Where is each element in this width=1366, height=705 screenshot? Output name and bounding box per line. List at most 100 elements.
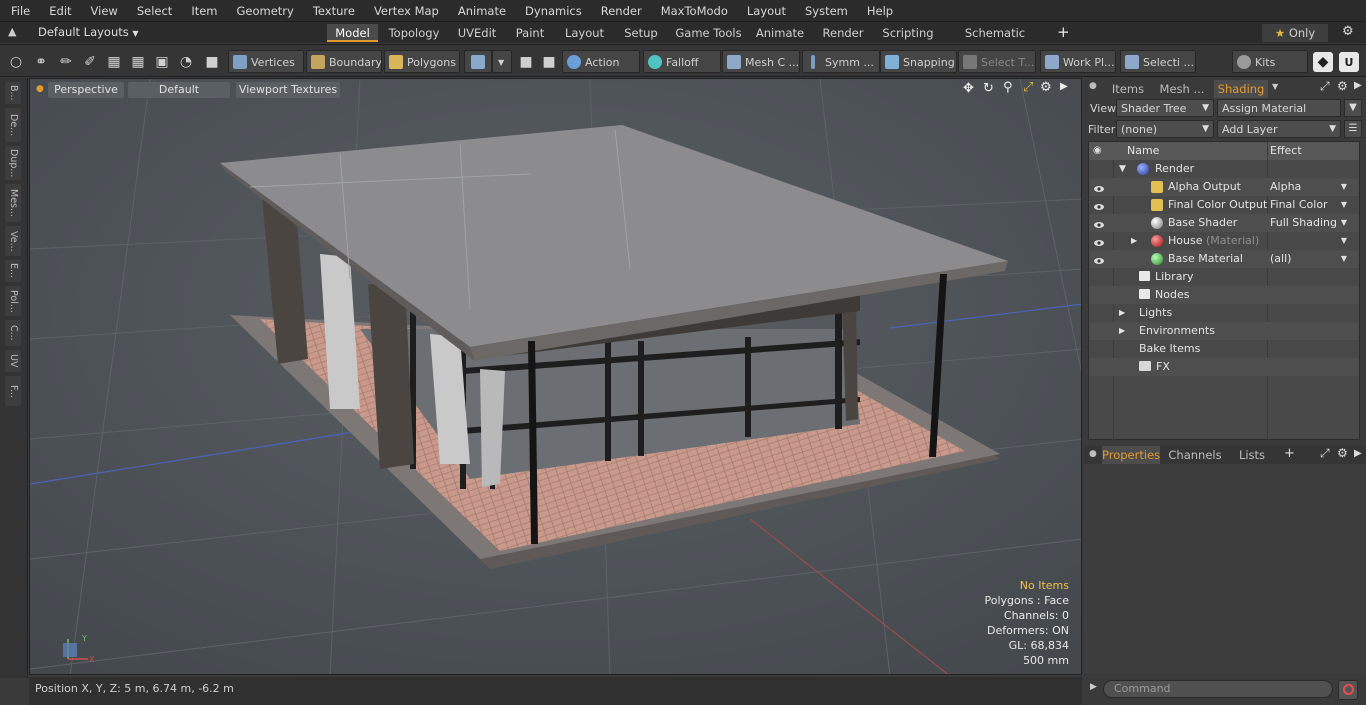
menu-texture[interactable]: Texture bbox=[302, 4, 363, 18]
mesh-constraint-button[interactable]: Mesh C ... bbox=[722, 50, 800, 73]
tree-row-alpha-output[interactable]: Alpha Output Alpha ▼ bbox=[1089, 178, 1359, 196]
left-tab-uv[interactable]: UV bbox=[5, 350, 21, 372]
work-plane-button[interactable]: Work Pl... bbox=[1040, 50, 1116, 73]
kits-button[interactable]: Kits bbox=[1232, 50, 1308, 73]
tab-topology[interactable]: Topology bbox=[381, 24, 447, 42]
tab-paint[interactable]: Paint bbox=[508, 24, 552, 42]
filter-dropdown[interactable]: (none) ▼ bbox=[1116, 120, 1214, 138]
left-tab-mesh-edit[interactable]: Mes... bbox=[5, 184, 21, 222]
left-tab-edge[interactable]: E... bbox=[5, 260, 21, 282]
tab-render[interactable]: Render bbox=[815, 24, 871, 42]
zoom-view-icon[interactable]: ⚲ bbox=[1003, 80, 1013, 95]
tree-row-lights[interactable]: ▶ Lights bbox=[1089, 304, 1359, 322]
tabs-dropdown-icon[interactable]: ▼ bbox=[1272, 82, 1278, 91]
add-tab-icon[interactable]: + bbox=[1284, 446, 1295, 461]
expand-arrow-icon[interactable]: ▶ bbox=[1119, 304, 1125, 322]
record-button[interactable] bbox=[1338, 680, 1358, 700]
col-effect[interactable]: Effect bbox=[1270, 142, 1302, 160]
chevron-down-icon[interactable]: ▼ bbox=[1341, 232, 1347, 250]
globe-icon[interactable]: ⚭ bbox=[31, 52, 51, 72]
chevron-down-icon[interactable]: ▼ bbox=[1341, 250, 1347, 268]
pen-icon[interactable]: ✏ bbox=[56, 52, 76, 72]
tab-shading[interactable]: Shading bbox=[1214, 80, 1268, 98]
tab-game-tools[interactable]: Game Tools bbox=[671, 24, 746, 42]
expand-icon[interactable]: ⤢ bbox=[1320, 79, 1330, 94]
viewport-dot-icon[interactable]: ● bbox=[36, 84, 44, 94]
tree-row-render[interactable]: ▼ Render bbox=[1089, 160, 1359, 178]
add-tab-icon[interactable]: + bbox=[1057, 23, 1070, 41]
menu-geometry[interactable]: Geometry bbox=[226, 4, 302, 18]
eye-icon[interactable] bbox=[1094, 200, 1104, 210]
tab-uvedit[interactable]: UVEdit bbox=[451, 24, 503, 42]
filter-funnel-icon[interactable]: ▼ bbox=[1344, 99, 1362, 117]
col-name[interactable]: Name bbox=[1127, 142, 1159, 160]
collapse-arrow-icon[interactable]: ▲ bbox=[8, 25, 16, 38]
tab-setup[interactable]: Setup bbox=[617, 24, 665, 42]
unreal-icon[interactable]: U bbox=[1339, 52, 1359, 72]
effect-alpha[interactable]: Alpha bbox=[1270, 178, 1301, 196]
eye-icon[interactable] bbox=[1094, 182, 1104, 192]
polygons-button[interactable]: Polygons bbox=[384, 50, 460, 73]
gear-icon[interactable]: ⚙ bbox=[1342, 24, 1354, 39]
menu-system[interactable]: System bbox=[794, 4, 856, 18]
rotate-view-icon[interactable]: ↻ bbox=[983, 81, 994, 96]
tree-row-nodes[interactable]: Nodes bbox=[1089, 286, 1359, 304]
menu-select[interactable]: Select bbox=[126, 4, 180, 18]
align-icon[interactable]: ▦ bbox=[104, 52, 124, 72]
menu-edit[interactable]: Edit bbox=[38, 4, 79, 18]
left-tab-fusion[interactable]: F... bbox=[5, 376, 21, 406]
tree-row-base-material[interactable]: Base Material (all) ▼ bbox=[1089, 250, 1359, 268]
tab-items[interactable]: Items bbox=[1106, 80, 1150, 98]
eye-icon[interactable] bbox=[1094, 254, 1104, 264]
move-view-icon[interactable]: ✥ bbox=[963, 81, 974, 96]
tree-row-bake-items[interactable]: Bake Items bbox=[1089, 340, 1359, 358]
menu-view[interactable]: View bbox=[80, 4, 126, 18]
add-layer-dropdown[interactable]: Add Layer ▼ bbox=[1217, 120, 1341, 138]
panel-more-icon[interactable]: ▶ bbox=[1354, 80, 1362, 91]
tree-row-environments[interactable]: ▶ Environments bbox=[1089, 322, 1359, 340]
unity-icon[interactable]: ◆ bbox=[1313, 52, 1333, 72]
circle-select-icon[interactable]: ○ bbox=[6, 52, 26, 72]
panel-gear-icon[interactable]: ⚙ bbox=[1337, 446, 1348, 460]
left-tab-curve[interactable]: C... bbox=[5, 320, 21, 346]
left-tab-vertex[interactable]: Ve... bbox=[5, 226, 21, 256]
tab-properties[interactable]: Properties bbox=[1102, 446, 1160, 464]
chevron-down-icon[interactable]: ▼ bbox=[1341, 196, 1347, 214]
panel-dot-icon[interactable]: ● bbox=[1089, 449, 1097, 459]
menu-maxtomodo[interactable]: MaxToModo bbox=[650, 4, 736, 18]
square-select-icon[interactable]: ▣ bbox=[152, 52, 172, 72]
tree-row-library[interactable]: Library bbox=[1089, 268, 1359, 286]
item-mode-button[interactable] bbox=[464, 50, 492, 73]
left-tab-basic[interactable]: B... bbox=[5, 82, 21, 104]
select-through-button[interactable]: Select T... bbox=[958, 50, 1036, 73]
menu-animate[interactable]: Animate bbox=[447, 4, 514, 18]
expand-icon[interactable]: ⤢ bbox=[1320, 446, 1330, 461]
action-center-button[interactable]: Action bbox=[562, 50, 640, 73]
tab-layout[interactable]: Layout bbox=[558, 24, 611, 42]
shading-style-button[interactable]: Default bbox=[128, 82, 230, 98]
list-options-icon[interactable]: ☰ bbox=[1344, 120, 1362, 138]
tab-model[interactable]: Model bbox=[327, 24, 378, 42]
view-dropdown[interactable]: Shader Tree ▼ bbox=[1116, 99, 1214, 117]
tab-lists[interactable]: Lists bbox=[1230, 446, 1274, 464]
effect-all[interactable]: (all) bbox=[1270, 250, 1291, 268]
eye-icon[interactable] bbox=[1094, 218, 1104, 228]
tab-schematic-fusion[interactable]: Schematic Fusion bbox=[945, 24, 1045, 58]
snapping-button[interactable]: Snapping bbox=[880, 50, 957, 73]
menu-dynamics[interactable]: Dynamics bbox=[514, 4, 590, 18]
boundary-button[interactable]: Boundary bbox=[306, 50, 382, 73]
menu-layout[interactable]: Layout bbox=[736, 4, 794, 18]
layout-selector[interactable]: Default Layouts ▼ bbox=[38, 25, 139, 39]
command-input[interactable]: Command bbox=[1103, 680, 1333, 698]
3d-viewport[interactable]: ● Perspective Default Viewport Textures … bbox=[29, 78, 1082, 675]
expand-arrow-icon[interactable]: ▶ bbox=[1119, 322, 1125, 340]
fit-view-icon[interactable]: ⤢ bbox=[1023, 80, 1033, 95]
cube-icon[interactable]: ■ bbox=[202, 52, 222, 72]
tab-channels[interactable]: Channels bbox=[1166, 446, 1224, 464]
perspective-view-button[interactable]: Perspective bbox=[48, 82, 124, 98]
tree-row-base-shader[interactable]: Base Shader Full Shading ▼ bbox=[1089, 214, 1359, 232]
panel-more-icon[interactable]: ▶ bbox=[1354, 448, 1362, 459]
shield-alt-icon[interactable]: ■ bbox=[539, 52, 559, 72]
expand-arrow-icon[interactable]: ▶ bbox=[1131, 232, 1137, 250]
shield-icon[interactable]: ■ bbox=[516, 52, 536, 72]
